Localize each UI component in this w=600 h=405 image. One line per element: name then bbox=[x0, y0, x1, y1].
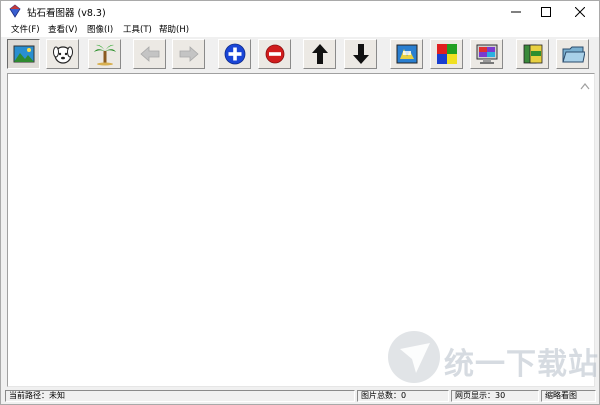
zoom-out-minus-icon bbox=[265, 44, 284, 64]
status-current-path: 当前路径：未知 bbox=[5, 390, 355, 402]
menu-bar: 文件(F) 查看(V) 图像(I) 工具(T) 帮助(H) bbox=[1, 22, 599, 37]
maximize-icon bbox=[541, 6, 551, 17]
zoom-out-button[interactable] bbox=[258, 39, 291, 69]
status-view-mode: 缩略看图 bbox=[541, 390, 596, 402]
maximize-button[interactable] bbox=[531, 1, 561, 22]
arrow-up-icon bbox=[311, 44, 328, 64]
minimize-button[interactable] bbox=[501, 1, 531, 22]
landscape-picture-icon bbox=[13, 45, 34, 63]
scroll-up-icon[interactable] bbox=[580, 82, 590, 90]
color-squares-icon bbox=[436, 44, 457, 64]
color-adjust-button[interactable] bbox=[430, 39, 463, 69]
minimize-icon bbox=[511, 11, 521, 12]
move-up-button[interactable] bbox=[303, 39, 336, 69]
previous-button[interactable] bbox=[133, 39, 166, 69]
status-per-page: 网页显示：30 bbox=[451, 390, 539, 402]
watermark-logo-icon bbox=[388, 331, 440, 383]
main-window: 钻石看图器 (v8.3) 文件(F) 查看(V) 图像(I) 工具(T) 帮助(… bbox=[0, 0, 600, 405]
display-settings-button[interactable] bbox=[470, 39, 503, 69]
watermark-text: 统一下载站 bbox=[444, 347, 599, 382]
title-bar[interactable]: 钻石看图器 (v8.3) bbox=[1, 1, 599, 22]
window-title: 钻石看图器 (v8.3) bbox=[27, 8, 106, 19]
open-folder-button[interactable] bbox=[556, 39, 589, 69]
next-button[interactable] bbox=[172, 39, 205, 69]
watermark: 统一下载站 bbox=[386, 329, 598, 389]
palm-tree-icon bbox=[93, 44, 116, 66]
move-down-button[interactable] bbox=[344, 39, 377, 69]
status-bar: 当前路径：未知 图片总数：0 网页显示：30 缩略看图 bbox=[1, 389, 599, 404]
zoom-in-plus-icon bbox=[224, 43, 245, 65]
thumbnail-view-button[interactable] bbox=[7, 39, 40, 69]
image-process-icon bbox=[396, 44, 417, 64]
app-icon bbox=[9, 4, 21, 18]
browse-button[interactable] bbox=[46, 39, 79, 69]
arrow-down-icon bbox=[352, 44, 369, 64]
slideshow-button[interactable] bbox=[88, 39, 121, 69]
menu-file[interactable]: 文件(F) bbox=[11, 23, 40, 35]
menu-view[interactable]: 查看(V) bbox=[48, 23, 77, 35]
catalog-button[interactable] bbox=[516, 39, 549, 69]
folder-icon bbox=[561, 46, 585, 63]
menu-image[interactable]: 图像(I) bbox=[87, 23, 113, 35]
arrow-left-icon bbox=[139, 46, 159, 62]
books-icon bbox=[523, 44, 542, 64]
menu-tools[interactable]: 工具(T) bbox=[123, 23, 152, 35]
menu-help[interactable]: 帮助(H) bbox=[159, 23, 189, 35]
zoom-in-button[interactable] bbox=[218, 39, 251, 69]
monitor-icon bbox=[476, 44, 497, 64]
image-effects-button[interactable] bbox=[390, 39, 423, 69]
status-image-count: 图片总数：0 bbox=[357, 390, 449, 402]
dog-face-icon bbox=[52, 46, 73, 64]
close-icon bbox=[575, 6, 585, 17]
toolbar bbox=[1, 37, 599, 72]
arrow-right-icon bbox=[179, 46, 199, 62]
close-button[interactable] bbox=[565, 1, 595, 22]
